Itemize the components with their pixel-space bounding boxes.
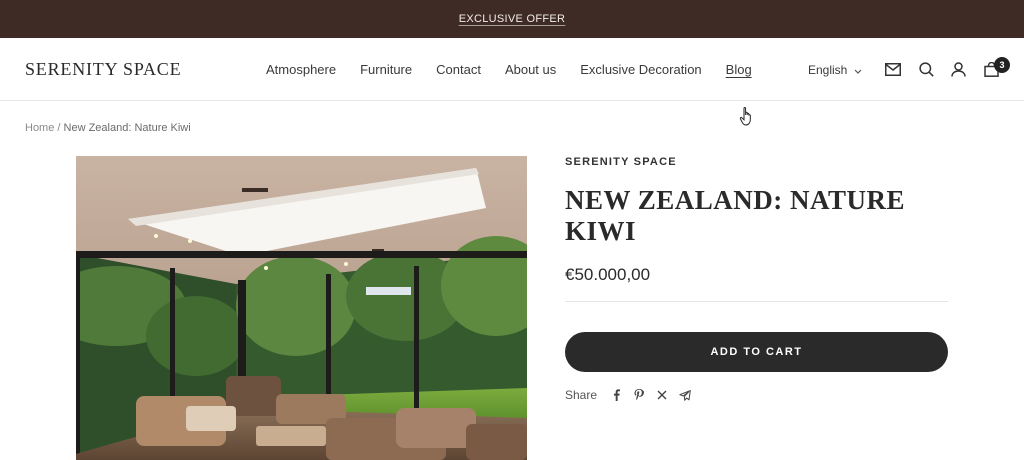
nav-atmosphere[interactable]: Atmosphere	[266, 62, 336, 77]
divider	[565, 301, 948, 302]
chevron-down-icon	[854, 63, 862, 77]
main-nav: Atmosphere Furniture Contact About us Ex…	[266, 62, 776, 77]
announcement-bar: EXCLUSIVE OFFER	[0, 0, 1024, 38]
share-label: Share	[565, 388, 598, 402]
x-icon[interactable]	[655, 388, 669, 402]
nav-exclusive-decoration[interactable]: Exclusive Decoration	[580, 62, 701, 77]
cart-count-badge: 3	[994, 57, 1010, 73]
language-label: English	[808, 63, 848, 77]
telegram-icon[interactable]	[678, 388, 692, 402]
nav-blog[interactable]: Blog	[726, 62, 752, 77]
nav-furniture[interactable]: Furniture	[360, 62, 412, 77]
mail-icon[interactable]	[884, 60, 902, 78]
breadcrumb-current: New Zealand: Nature Kiwi	[63, 122, 191, 134]
account-icon[interactable]	[949, 60, 967, 78]
facebook-icon[interactable]	[609, 388, 623, 402]
hand-cursor-icon	[739, 106, 755, 131]
product-image[interactable]	[76, 156, 527, 460]
site-header: SERENITY SPACE Atmosphere Furniture Cont…	[0, 38, 1024, 101]
language-selector[interactable]: English	[808, 63, 862, 77]
breadcrumb-separator: /	[57, 122, 61, 134]
announcement-link[interactable]: EXCLUSIVE OFFER	[459, 13, 566, 25]
product-price: €50.000,00	[565, 265, 651, 284]
nav-contact[interactable]: Contact	[436, 62, 481, 77]
nav-about-us[interactable]: About us	[505, 62, 556, 77]
pinterest-icon[interactable]	[632, 388, 646, 402]
search-icon[interactable]	[917, 60, 935, 78]
product-title: NEW ZEALAND: NATURE KIWI	[565, 185, 906, 246]
breadcrumb: Home / New Zealand: Nature Kiwi	[25, 122, 191, 134]
share-row: Share	[565, 388, 701, 402]
site-logo[interactable]: SERENITY SPACE	[25, 59, 181, 80]
product-vendor[interactable]: SERENITY SPACE	[565, 156, 677, 168]
breadcrumb-home[interactable]: Home	[25, 122, 54, 134]
add-to-cart-button[interactable]: ADD TO CART	[565, 332, 948, 372]
